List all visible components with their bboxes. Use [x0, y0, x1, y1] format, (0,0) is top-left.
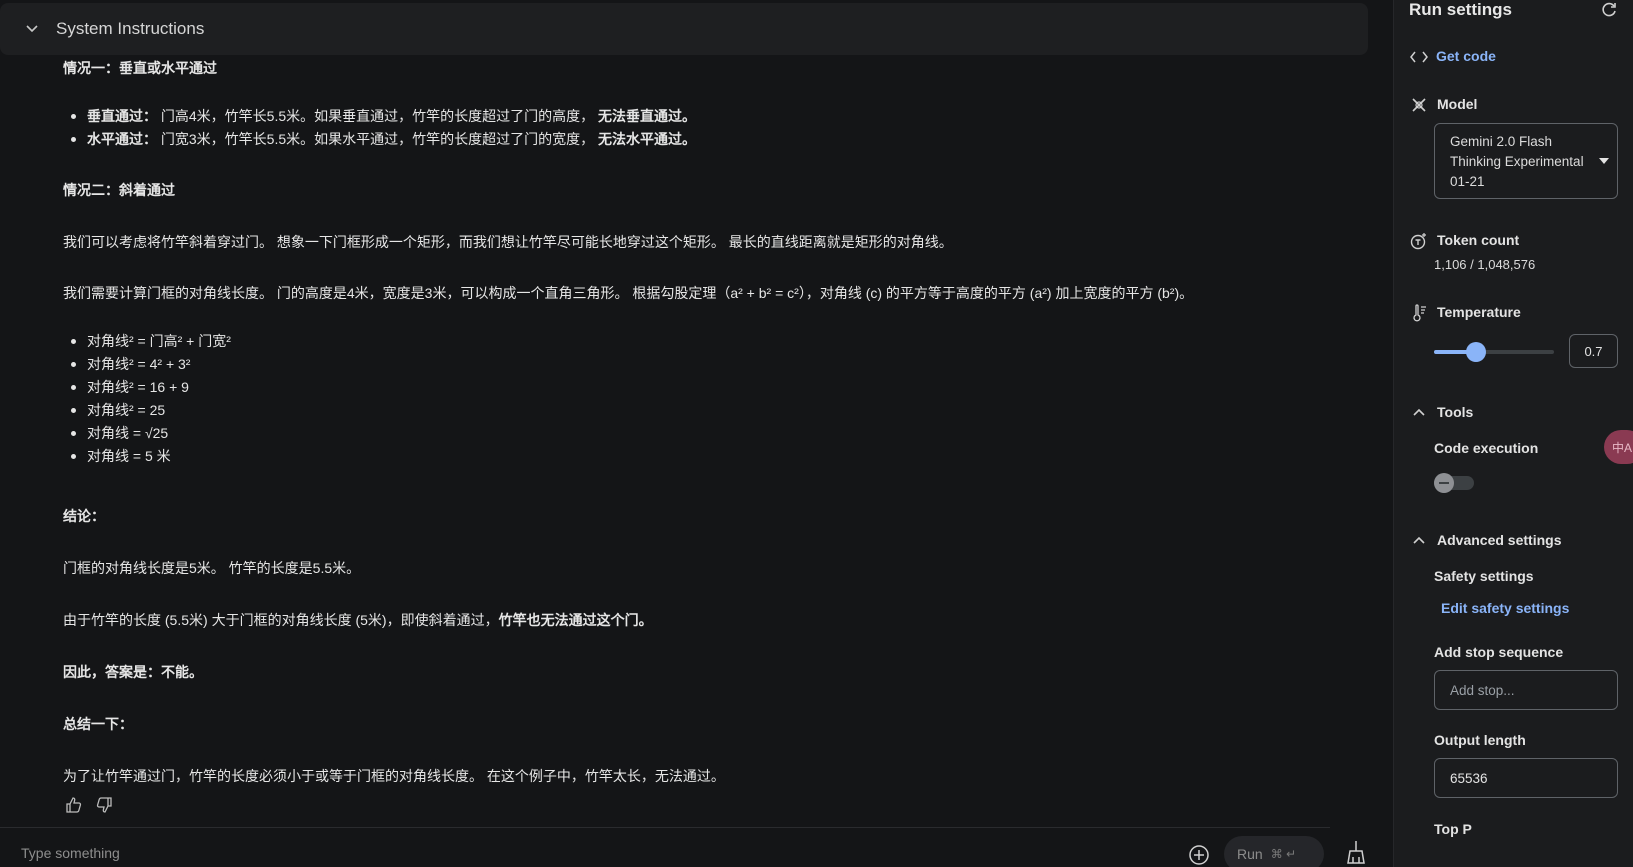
case1-list: 垂直通过： 门高4米，竹竿长5.5米。如果垂直通过，竹竿的长度超过了门的高度， …	[70, 105, 697, 151]
list-item: 对角线² = 16 + 9	[71, 376, 231, 399]
advanced-settings-label[interactable]: Advanced settings	[1437, 532, 1561, 548]
item-label: 水平通过：	[87, 131, 157, 147]
list-item: 水平通过： 门宽3米，竹竿长5.5米。如果水平通过，竹竿的长度超过了门的宽度， …	[70, 128, 697, 151]
temperature-label: Temperature	[1437, 304, 1521, 320]
run-button[interactable]: Run ⌘ ↵	[1224, 836, 1324, 867]
prompt-input[interactable]: Type something	[21, 845, 120, 861]
item-text: 门高4米，竹竿长5.5米。如果垂直通过，竹竿的长度超过了门的高度，	[157, 108, 595, 124]
chat-area: System Instructions 情况一：垂直或水平通过 垂直通过： 门高…	[0, 0, 1393, 867]
item-text: 门宽3米，竹竿长5.5米。如果水平通过，竹竿的长度超过了门的宽度，	[157, 131, 595, 147]
toggle-knob	[1434, 473, 1454, 493]
run-shortcut: ⌘ ↵	[1270, 847, 1297, 861]
list-item: 对角线² = 4² + 3²	[71, 353, 231, 376]
reason-plain: 由于竹竿的长度 (5.5米) 大于门框的对角线长度 (5米)，即使斜着通过，	[63, 612, 499, 628]
code-icon	[1410, 48, 1428, 66]
case2-title: 情况二：斜着通过	[63, 182, 175, 198]
code-execution-toggle[interactable]	[1434, 473, 1474, 493]
list-item: 对角线² = 门高² + 门宽²	[71, 330, 231, 353]
temperature-input[interactable]: 0.7	[1569, 334, 1618, 368]
conclusion-title: 结论：	[63, 508, 105, 524]
reset-icon[interactable]	[1600, 1, 1618, 19]
thumbs-up-icon[interactable]	[64, 795, 84, 815]
conclusion-text: 门框的对角线长度是5米。 竹竿的长度是5.5米。	[63, 560, 361, 576]
reason-text: 由于竹竿的长度 (5.5米) 大于门框的对角线长度 (5米)，即使斜着通过，竹竿…	[63, 610, 653, 630]
reason-bold: 竹竿也无法通过这个门。	[498, 612, 653, 628]
thumbs-down-icon[interactable]	[94, 795, 114, 815]
slider-handle[interactable]	[1466, 342, 1486, 362]
list-item: 对角线 = √25	[71, 422, 231, 445]
model-value: Gemini 2.0 Flash Thinking Experimental 0…	[1450, 134, 1584, 189]
chevron-up-icon[interactable]	[1410, 403, 1428, 421]
item-bold-end: 无法垂直通过。	[594, 108, 697, 124]
run-settings-panel: Run settings Get code Model Gemini 2.0 F…	[1393, 0, 1633, 867]
tools-label[interactable]: Tools	[1437, 404, 1473, 420]
system-instructions-header[interactable]: System Instructions	[0, 3, 1368, 55]
chevron-down-icon[interactable]	[24, 21, 40, 37]
output-length-input[interactable]: 65536	[1434, 758, 1618, 798]
case1-title: 情况一：垂直或水平通过	[63, 60, 217, 76]
list-item: 对角线 = 5 米	[71, 445, 231, 468]
feedback-buttons	[64, 795, 114, 815]
model-icon	[1410, 96, 1428, 114]
item-label: 垂直通过：	[87, 108, 157, 124]
stop-sequence-input[interactable]: Add stop...	[1434, 670, 1618, 710]
list-item: 垂直通过： 门高4米，竹竿长5.5米。如果垂直通过，竹竿的长度超过了门的高度， …	[70, 105, 697, 128]
top-p-label: Top P	[1434, 821, 1472, 837]
get-code-link[interactable]: Get code	[1436, 48, 1496, 64]
panel-title: Run settings	[1409, 0, 1512, 19]
edit-safety-settings-link[interactable]: Edit safety settings	[1441, 600, 1569, 616]
answer-text: 因此，答案是：不能。	[63, 664, 203, 680]
token-count-value: 1,106 / 1,048,576	[1434, 257, 1536, 272]
clear-chat-icon[interactable]	[1345, 840, 1367, 864]
caret-down-icon	[1599, 158, 1609, 164]
token-count-label: Token count	[1437, 232, 1520, 248]
system-instructions-title: System Instructions	[56, 19, 205, 38]
list-item: 对角线² = 25	[71, 399, 231, 422]
run-label: Run	[1237, 846, 1263, 862]
summary-title: 总结一下：	[63, 716, 133, 732]
prompt-input-bar: Type something Run ⌘ ↵	[0, 827, 1330, 867]
chevron-up-icon[interactable]	[1410, 531, 1428, 549]
output-length-label: Output length	[1434, 732, 1526, 748]
add-icon[interactable]	[1188, 844, 1210, 866]
math-list: 对角线² = 门高² + 门宽² 对角线² = 4² + 3² 对角线² = 1…	[71, 330, 231, 468]
translate-badge[interactable]: 中A	[1604, 430, 1633, 464]
stop-sequence-label: Add stop sequence	[1434, 644, 1564, 660]
paragraph: 我们可以考虑将竹竿斜着穿过门。 想象一下门框形成一个矩形，而我们想让竹竿尽可能长…	[63, 234, 953, 250]
model-select[interactable]: Gemini 2.0 Flash Thinking Experimental 0…	[1434, 123, 1618, 199]
code-execution-label: Code execution	[1434, 440, 1539, 456]
thermometer-icon	[1410, 304, 1428, 322]
safety-settings-label: Safety settings	[1434, 568, 1534, 584]
temperature-slider[interactable]	[1434, 342, 1554, 362]
model-label: Model	[1437, 96, 1478, 112]
token-icon	[1410, 232, 1428, 250]
paragraph: 我们需要计算门框的对角线长度。 门的高度是4米，宽度是3米，可以构成一个直角三角…	[63, 285, 1194, 301]
item-bold-end: 无法水平通过。	[594, 131, 697, 147]
summary-text: 为了让竹竿通过门，竹竿的长度必须小于或等于门框的对角线长度。 在这个例子中，竹竿…	[63, 768, 725, 784]
